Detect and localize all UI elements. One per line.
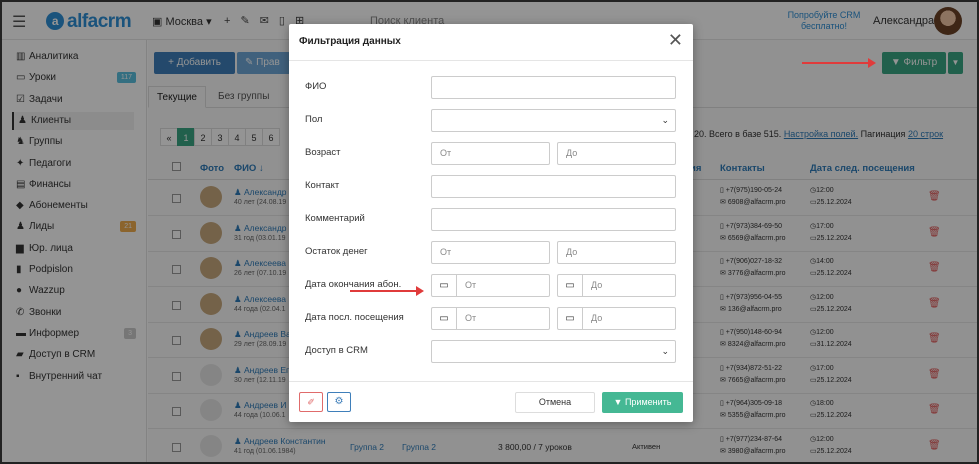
app-window: ☰ a alfacrm ▣ Москва ▾ +✎✉▯⊞ Поиск клиент…	[0, 0, 979, 464]
chevron-down-icon: ⌄	[661, 346, 669, 356]
calendar-icon[interactable]: ▭	[432, 308, 457, 329]
last-visit-to-input[interactable]: ▭ До	[557, 307, 676, 330]
chevron-down-icon: ⌄	[661, 115, 669, 125]
last-visit-from-input[interactable]: ▭ От	[431, 307, 550, 330]
label-crm-access: Доступ в CRM	[305, 345, 368, 356]
close-icon[interactable]: ✕	[668, 30, 683, 50]
label-contact: Контакт	[305, 180, 340, 191]
label-age: Возраст	[305, 147, 341, 158]
label-balance: Остаток денег	[305, 246, 368, 257]
balance-from-input[interactable]: От	[431, 241, 550, 264]
gear-icon: ⚙	[334, 396, 344, 407]
annotation-arrow-filter	[802, 58, 876, 68]
age-to-input[interactable]: До	[557, 142, 676, 165]
label-last-visit: Дата посл. посещения	[305, 312, 404, 323]
comment-input[interactable]	[431, 208, 676, 231]
calendar-icon[interactable]: ▭	[558, 275, 583, 296]
label-comment: Комментарий	[305, 213, 365, 224]
apply-button[interactable]: ▼ Применить	[602, 392, 683, 413]
divider	[289, 381, 693, 382]
label-sub-end: Дата окончания абон.	[305, 279, 402, 290]
age-from-input[interactable]: От	[431, 142, 550, 165]
cancel-button[interactable]: Отмена	[515, 392, 595, 413]
annotation-arrow-date	[350, 286, 424, 296]
gender-select[interactable]: ⌄	[431, 109, 676, 132]
balance-to-input[interactable]: До	[557, 241, 676, 264]
crm-access-select[interactable]: ⌄	[431, 340, 676, 363]
filter-modal: Фильтрация данных ✕ ФИО Пол ⌄ Возраст От…	[289, 24, 693, 422]
modal-title: Фильтрация данных	[299, 36, 401, 47]
label-gender: Пол	[305, 114, 323, 125]
divider	[289, 60, 693, 61]
fio-input[interactable]	[431, 76, 676, 99]
calendar-icon[interactable]: ▭	[558, 308, 583, 329]
filter-settings-button[interactable]: ⚙	[327, 392, 351, 412]
clear-filter-button[interactable]: ✐	[299, 392, 323, 412]
sub-end-from-input[interactable]: ▭ От	[431, 274, 550, 297]
sub-end-to-input[interactable]: ▭ До	[557, 274, 676, 297]
label-fio: ФИО	[305, 81, 327, 92]
contact-input[interactable]	[431, 175, 676, 198]
calendar-icon[interactable]: ▭	[432, 275, 457, 296]
eraser-icon: ✐	[307, 397, 315, 407]
